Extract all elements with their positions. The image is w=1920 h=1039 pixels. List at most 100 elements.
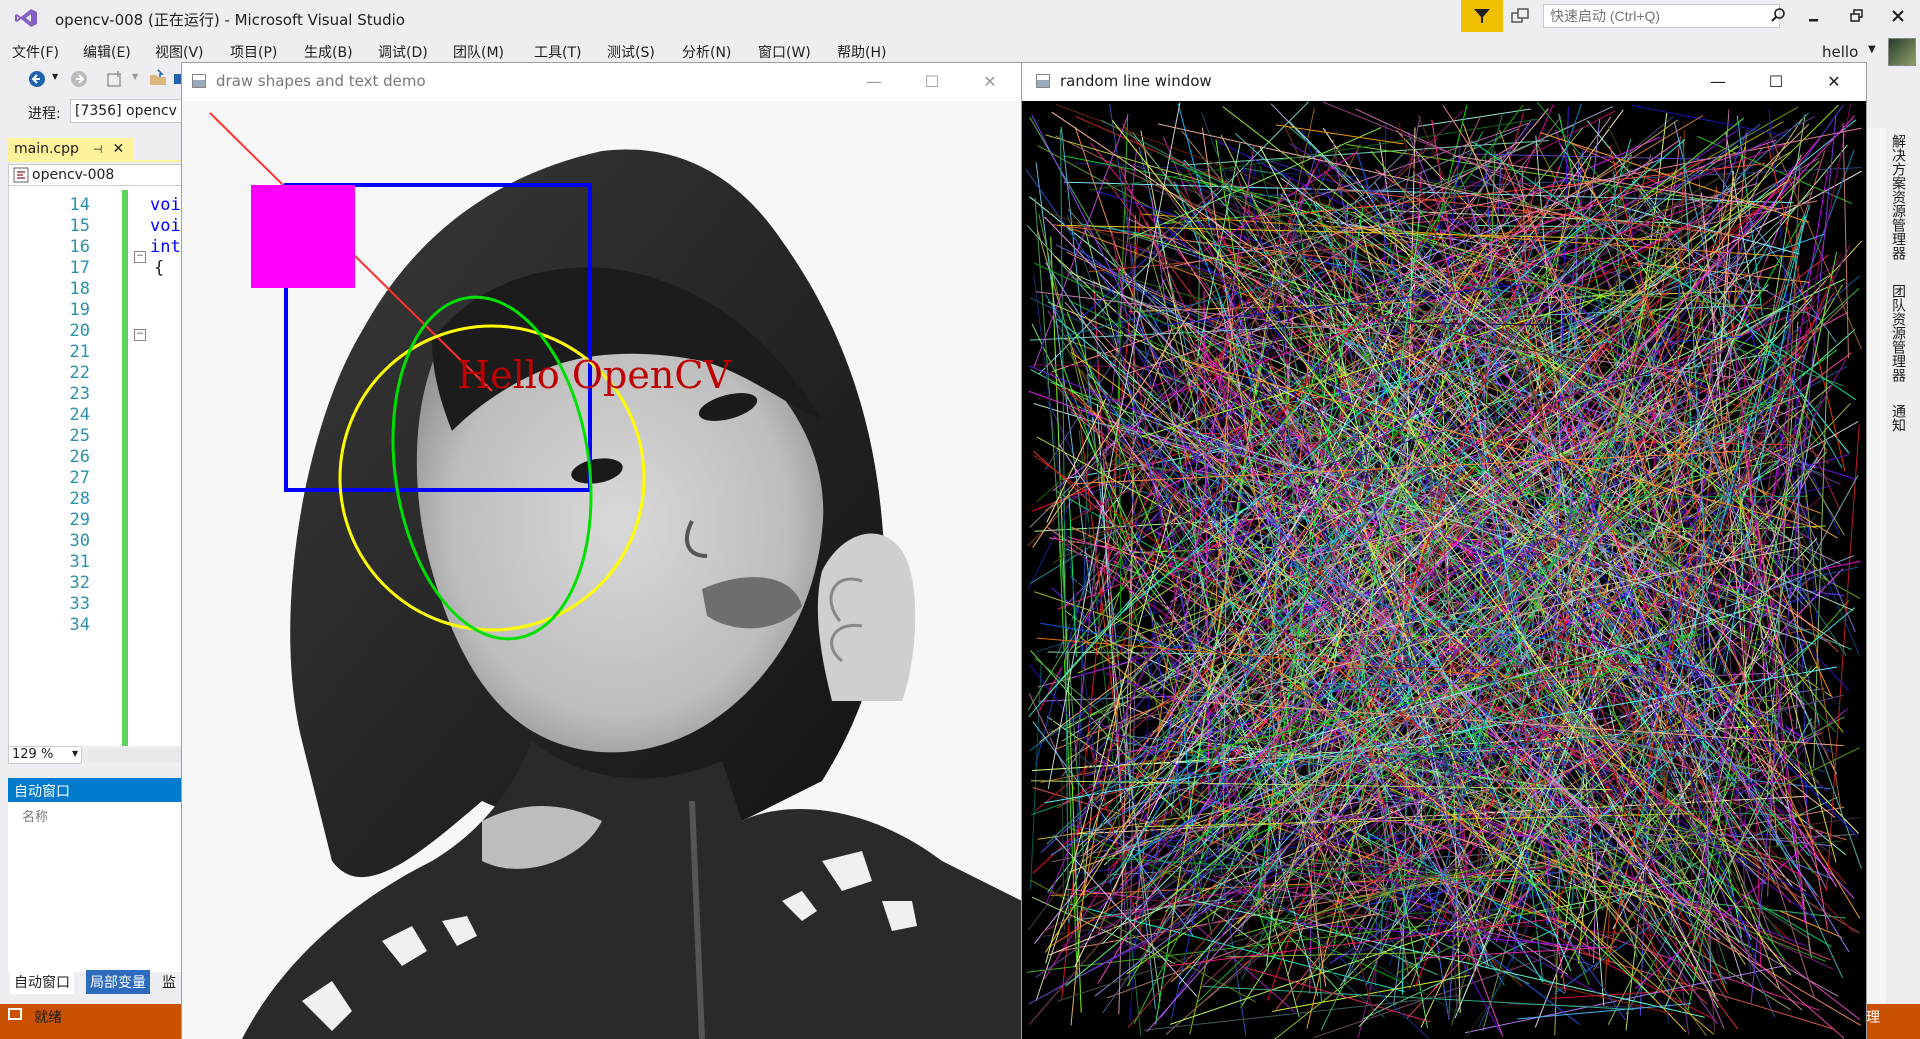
change-tracking-bar: [122, 190, 128, 746]
close-icon: ✕: [983, 71, 997, 91]
column-header-name[interactable]: 名称: [22, 806, 48, 825]
back-arrow-icon[interactable]: [28, 70, 46, 88]
user-name[interactable]: hello: [1822, 43, 1858, 61]
close-icon: [1892, 10, 1904, 22]
line-number: 25: [69, 426, 90, 446]
win2-minimize-button[interactable]: —: [1695, 68, 1741, 94]
random-line-title: random line window: [1060, 72, 1212, 90]
line-number: 20: [69, 321, 90, 341]
menu-debug[interactable]: 调试(D): [378, 42, 428, 62]
visual-studio-logo-icon: [15, 9, 37, 27]
code-line: voi: [150, 195, 181, 215]
connect-icon[interactable]: [1510, 6, 1530, 26]
collapse-icon[interactable]: −: [134, 251, 146, 263]
line-number: 19: [69, 300, 90, 320]
menu-project[interactable]: 项目(P): [230, 42, 277, 62]
vs-close-button[interactable]: [1886, 6, 1910, 26]
chevron-down-icon[interactable]: ▼: [72, 749, 78, 758]
menu-team[interactable]: 团队(M): [453, 42, 504, 62]
hello-opencv-text: Hello OpenCV: [457, 353, 731, 397]
line-number: 22: [69, 363, 90, 383]
line-number: 30: [69, 531, 90, 551]
feedback-filter-button[interactable]: [1461, 0, 1503, 32]
chevron-down-icon[interactable]: ▼: [52, 72, 58, 81]
tab-auto-window[interactable]: 自动窗口: [10, 970, 74, 994]
line-number: 28: [69, 489, 90, 509]
menu-help[interactable]: 帮助(H): [837, 42, 886, 62]
menu-file[interactable]: 文件(F): [12, 42, 59, 62]
menu-tools[interactable]: 工具(T): [534, 42, 581, 62]
team-explorer-tab[interactable]: 团队资源管理器: [1888, 284, 1908, 382]
line-number: 17: [69, 258, 90, 278]
line-number: 33: [69, 594, 90, 614]
auto-window-panel[interactable]: [8, 802, 184, 972]
forward-arrow-icon[interactable]: [70, 70, 88, 88]
win1-close-button[interactable]: ✕: [967, 68, 1013, 94]
line-number: 27: [69, 468, 90, 488]
hand: [817, 533, 916, 701]
chevron-down-icon[interactable]: ▼: [132, 72, 138, 81]
menu-build[interactable]: 生成(B): [304, 42, 353, 62]
close-icon[interactable]: ✕: [113, 141, 125, 157]
scroll-overview-strip: [1866, 128, 1886, 1004]
maximize-icon: ☐: [1768, 71, 1784, 91]
line-number: 32: [69, 573, 90, 593]
vs-restore-button[interactable]: [1845, 6, 1869, 26]
menu-analyze[interactable]: 分析(N): [682, 42, 731, 62]
tab-main-cpp[interactable]: main.cpp ⊣ ✕: [8, 138, 134, 160]
quick-launch-input[interactable]: [1543, 4, 1780, 28]
toolbar: ▼ ▼: [0, 62, 182, 94]
line-number: 15: [69, 216, 90, 236]
win2-maximize-button[interactable]: ☐: [1753, 68, 1799, 94]
minimize-icon: [1809, 19, 1818, 22]
line-number: 24: [69, 405, 90, 425]
zoom-level-select[interactable]: 129 %: [8, 746, 82, 764]
search-icon[interactable]: [1770, 7, 1786, 23]
avatar[interactable]: [1888, 38, 1916, 66]
line-number: 14: [69, 195, 90, 215]
tab-locals[interactable]: 局部变量: [86, 970, 150, 994]
cpp-project-icon: [13, 167, 29, 183]
menu-view[interactable]: 视图(V): [155, 42, 204, 62]
menu-bar: [0, 38, 1920, 60]
output-icon: [8, 1008, 22, 1020]
collapse-icon[interactable]: −: [134, 329, 146, 341]
save-icon[interactable]: [174, 74, 182, 84]
process-select[interactable]: [7356] opencv: [70, 99, 182, 123]
project-navigation-bar[interactable]: opencv-008: [8, 164, 184, 186]
code-line: int: [150, 237, 181, 257]
menu-edit[interactable]: 编辑(E): [83, 42, 131, 62]
open-folder-icon[interactable]: [148, 68, 168, 88]
chevron-down-icon[interactable]: ▼: [1868, 44, 1876, 55]
line-number: 23: [69, 384, 90, 404]
line-number: 34: [69, 615, 90, 635]
pin-icon[interactable]: ⊣: [93, 143, 103, 156]
magenta-rectangle: [251, 185, 355, 288]
code-line: {: [154, 258, 165, 278]
line-number: 16: [69, 237, 90, 257]
new-item-icon[interactable]: [106, 70, 124, 88]
horizontal-scrollbar[interactable]: [88, 748, 182, 762]
menu-test[interactable]: 测试(S): [607, 42, 655, 62]
line-number: 29: [69, 510, 90, 530]
restore-icon: [1850, 9, 1863, 22]
status-right-fragment: 理: [1866, 1010, 1880, 1026]
filter-icon: [1474, 9, 1490, 23]
win1-minimize-button[interactable]: —: [851, 68, 897, 94]
win2-close-button[interactable]: ✕: [1811, 68, 1857, 94]
random-lines-canvas: [1026, 101, 1862, 1039]
line-number: 26: [69, 447, 90, 467]
win1-maximize-button[interactable]: ☐: [909, 68, 955, 94]
auto-window-title: 自动窗口: [8, 778, 184, 802]
opencv-image-canvas: Hello OpenCV: [182, 101, 1022, 1039]
menu-window[interactable]: 窗口(W): [758, 42, 811, 62]
notifications-tab[interactable]: 通知: [1888, 404, 1908, 432]
solution-explorer-tab[interactable]: 解决方案资源管理器: [1888, 134, 1908, 260]
line-number: 31: [69, 552, 90, 572]
close-icon: ✕: [1827, 71, 1841, 91]
tab-underline: [8, 160, 184, 162]
process-label: 进程:: [28, 106, 61, 122]
tab-label: main.cpp: [14, 141, 79, 157]
tab-watch[interactable]: 监: [158, 970, 180, 994]
vs-minimize-button[interactable]: [1802, 6, 1826, 26]
